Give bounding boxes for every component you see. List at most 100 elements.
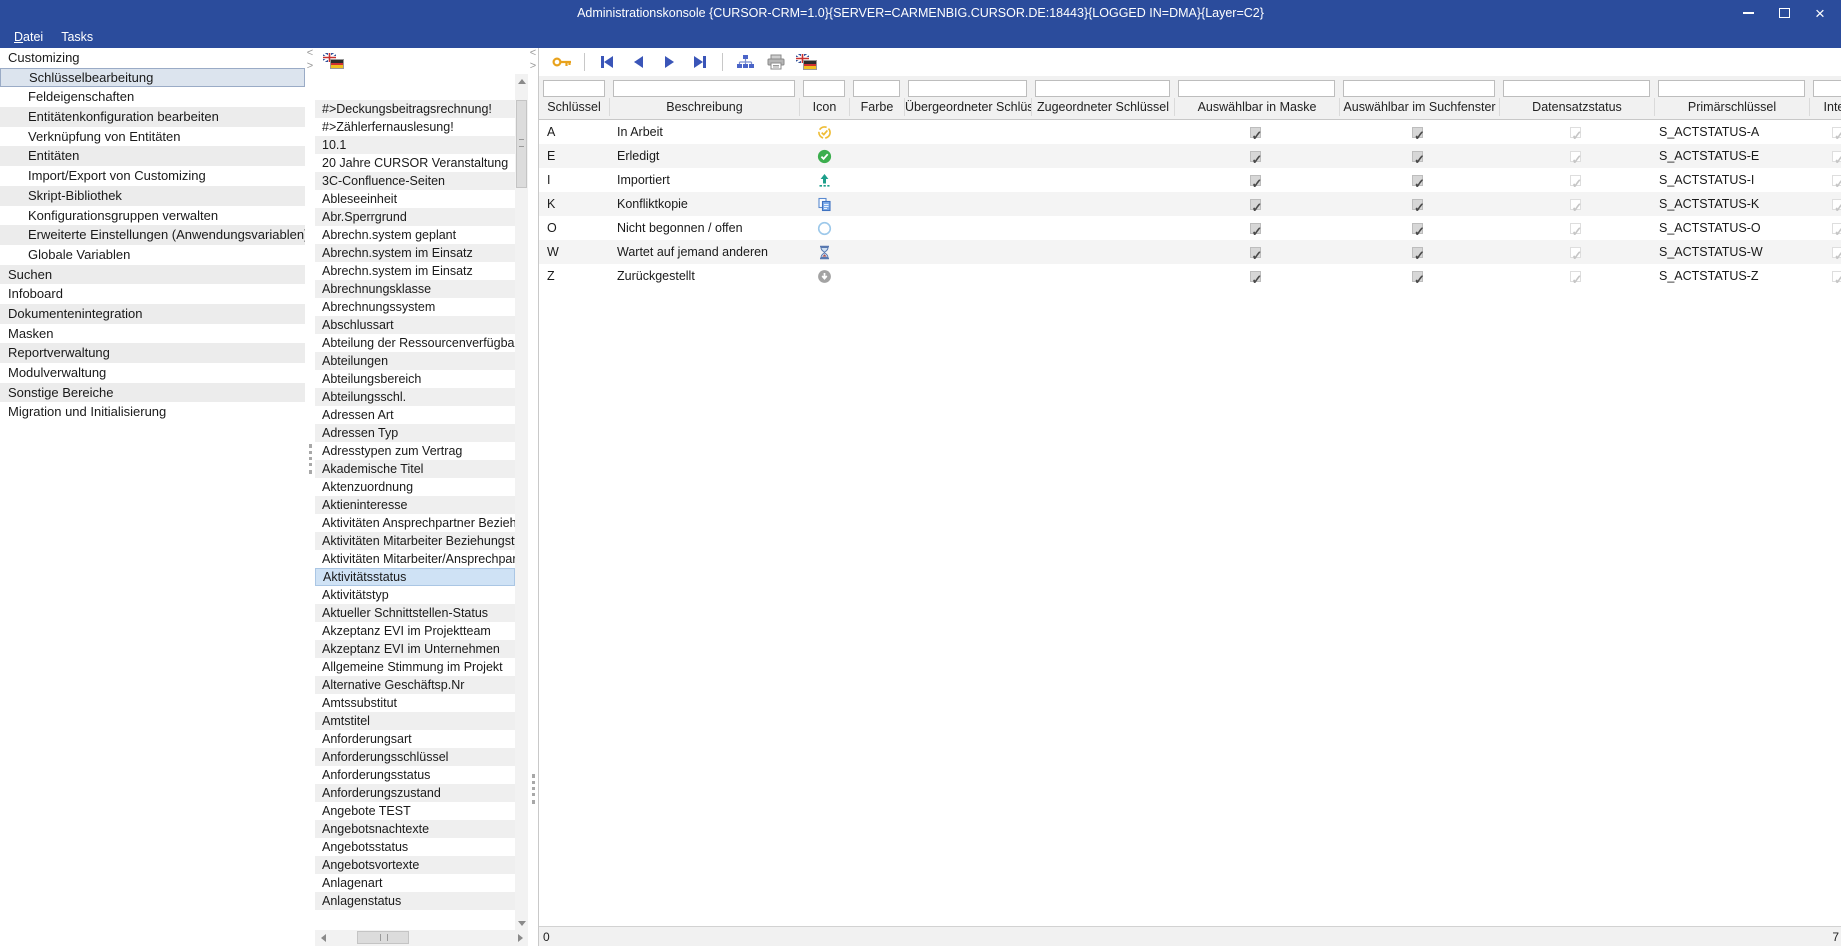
- table-row[interactable]: EErledigtS_ACTSTATUS-E: [539, 144, 1841, 168]
- key-list-vertical-scrollbar[interactable]: [515, 74, 528, 930]
- key-list-item[interactable]: Abr.Sperrgrund: [315, 208, 515, 226]
- checkbox-checked-icon[interactable]: [1250, 269, 1264, 284]
- key-list-item[interactable]: Abrechn.system geplant: [315, 226, 515, 244]
- sidebar-item[interactable]: Erweiterte Einstellungen (Anwendungsvari…: [0, 225, 305, 245]
- column-filter-input[interactable]: [803, 80, 845, 97]
- minimize-button[interactable]: [1737, 3, 1759, 23]
- key-list-item[interactable]: Abrechn.system im Einsatz: [315, 262, 515, 280]
- checkbox-checked-icon[interactable]: [1412, 245, 1426, 260]
- key-list-item[interactable]: Aktieninteresse: [315, 496, 515, 514]
- close-button[interactable]: ×: [1809, 3, 1831, 23]
- column-label[interactable]: Datensatzstatus: [1499, 98, 1654, 116]
- key-list-item[interactable]: #>Zählerfernauslesung!: [315, 118, 515, 136]
- sidebar-item[interactable]: Konfigurationsgruppen verwalten: [0, 206, 305, 226]
- column-filter-input[interactable]: [1343, 80, 1495, 97]
- column-label[interactable]: Schlüssel: [539, 98, 609, 116]
- key-list-item[interactable]: Ableseeinheit: [315, 190, 515, 208]
- column-filter-input[interactable]: [1503, 80, 1650, 97]
- splitter-grip-icon[interactable]: [532, 774, 535, 804]
- key-list-item[interactable]: Abteilungen: [315, 352, 515, 370]
- key-list-item[interactable]: Angebotsstatus: [315, 838, 515, 856]
- column-filter-input[interactable]: [543, 80, 605, 97]
- scrollbar-thumb[interactable]: [516, 100, 527, 188]
- key-list-item[interactable]: Aktivitätsstatus: [315, 568, 515, 586]
- checkbox-checked-icon[interactable]: [1250, 149, 1264, 164]
- column-filter-input[interactable]: [1658, 80, 1805, 97]
- checkbox-checked-icon[interactable]: [1412, 221, 1426, 236]
- key-list-item[interactable]: Anlagenart: [315, 874, 515, 892]
- column-label[interactable]: Icon: [799, 98, 849, 116]
- sidebar-item[interactable]: Schlüsselbearbeitung: [0, 68, 305, 88]
- column-label[interactable]: Beschreibung: [609, 98, 799, 116]
- key-list-item[interactable]: Angebote TEST: [315, 802, 515, 820]
- checkbox-checked-icon[interactable]: [1412, 125, 1426, 140]
- key-list-item[interactable]: Aktueller Schnittstellen-Status: [315, 604, 515, 622]
- language-flag-icon[interactable]: [796, 54, 817, 70]
- checkbox-checked-icon[interactable]: [1250, 245, 1264, 260]
- sidebar-item[interactable]: Customizing: [0, 48, 305, 68]
- sidebar-item[interactable]: Import/Export von Customizing: [0, 166, 305, 186]
- checkbox-checked-icon[interactable]: [1250, 173, 1264, 188]
- menu-tasks[interactable]: Tasks: [53, 28, 101, 46]
- nav-last-icon[interactable]: [689, 52, 711, 72]
- sidebar-item[interactable]: Entitäten: [0, 146, 305, 166]
- key-list-item[interactable]: Anforderungsschlüssel: [315, 748, 515, 766]
- sidebar-item[interactable]: Infoboard: [0, 284, 305, 304]
- key-list-item[interactable]: Anforderungsart: [315, 730, 515, 748]
- key-list-item[interactable]: Allgemeine Stimmung im Projekt: [315, 658, 515, 676]
- splitter-grip-icon[interactable]: [309, 444, 312, 474]
- sidebar-splitter[interactable]: < >: [305, 48, 315, 946]
- nav-first-icon[interactable]: [596, 52, 618, 72]
- key-list-item[interactable]: Anforderungsstatus: [315, 766, 515, 784]
- key-list-item[interactable]: Abteilungsschl.: [315, 388, 515, 406]
- printer-icon[interactable]: [765, 52, 787, 72]
- checkbox-checked-icon[interactable]: [1412, 173, 1426, 188]
- column-filter-input[interactable]: [853, 80, 900, 97]
- sidebar-item[interactable]: Sonstige Bereiche: [0, 383, 305, 403]
- key-list-item[interactable]: Angebotsvortexte: [315, 856, 515, 874]
- scroll-right-icon[interactable]: [512, 930, 528, 946]
- key-list-item[interactable]: Aktivitäten Ansprechpartner Beziehu: [315, 514, 515, 532]
- key-list-item[interactable]: Amtstitel: [315, 712, 515, 730]
- key-list-item[interactable]: Aktenzuordnung: [315, 478, 515, 496]
- column-filter-input[interactable]: [1035, 80, 1170, 97]
- key-list-item[interactable]: Aktivitäten Mitarbeiter Beziehungsty: [315, 532, 515, 550]
- key-list-item[interactable]: Abteilung der Ressourcenverfügbark: [315, 334, 515, 352]
- key-list-item[interactable]: Abschlussart: [315, 316, 515, 334]
- sidebar-item[interactable]: Skript-Bibliothek: [0, 186, 305, 206]
- key-list-item[interactable]: Angebotsnachtexte: [315, 820, 515, 838]
- key-list-item[interactable]: 20 Jahre CURSOR Veranstaltung: [315, 154, 515, 172]
- column-label[interactable]: Farbe: [849, 98, 904, 116]
- key-list-item[interactable]: Adressen Typ: [315, 424, 515, 442]
- table-row[interactable]: ZZurückgestelltS_ACTSTATUS-Z: [539, 264, 1841, 288]
- key-list-item[interactable]: Abrechn.system im Einsatz: [315, 244, 515, 262]
- key-list-item[interactable]: Akzeptanz EVI im Projektteam: [315, 622, 515, 640]
- column-label[interactable]: Intern: [1809, 98, 1841, 116]
- sidebar-item[interactable]: Modulverwaltung: [0, 363, 305, 383]
- table-row[interactable]: KKonfliktkopieS_ACTSTATUS-K: [539, 192, 1841, 216]
- column-label[interactable]: Primärschlüssel: [1654, 98, 1809, 116]
- checkbox-checked-icon[interactable]: [1250, 125, 1264, 140]
- key-list-item[interactable]: Anlagenstatus: [315, 892, 515, 910]
- language-flag-icon[interactable]: [323, 53, 344, 69]
- column-filter-input[interactable]: [1813, 80, 1841, 97]
- key-list-horizontal-scrollbar[interactable]: [315, 930, 528, 946]
- sidebar-item[interactable]: Masken: [0, 324, 305, 344]
- maximize-button[interactable]: [1773, 3, 1795, 23]
- column-filter-input[interactable]: [1178, 80, 1335, 97]
- key-list-item[interactable]: Amtssubstitut: [315, 694, 515, 712]
- scroll-up-icon[interactable]: [515, 74, 528, 88]
- nav-next-icon[interactable]: [658, 52, 680, 72]
- table-row[interactable]: WWartet auf jemand anderenS_ACTSTATUS-W: [539, 240, 1841, 264]
- sidebar-item[interactable]: Reportverwaltung: [0, 343, 305, 363]
- key-list-item[interactable]: 10.1: [315, 136, 515, 154]
- sidebar-item[interactable]: Migration und Initialisierung: [0, 402, 305, 422]
- checkbox-checked-icon[interactable]: [1250, 197, 1264, 212]
- scroll-left-icon[interactable]: [315, 930, 331, 946]
- key-list-item[interactable]: Aktivitäten Mitarbeiter/Ansprechpar: [315, 550, 515, 568]
- hierarchy-icon[interactable]: [734, 52, 756, 72]
- column-label[interactable]: Auswählbar in Maske: [1174, 98, 1339, 116]
- checkbox-checked-icon[interactable]: [1412, 197, 1426, 212]
- key-list-item[interactable]: Abteilungsbereich: [315, 370, 515, 388]
- column-label[interactable]: Zugeordneter Schlüssel: [1031, 98, 1174, 116]
